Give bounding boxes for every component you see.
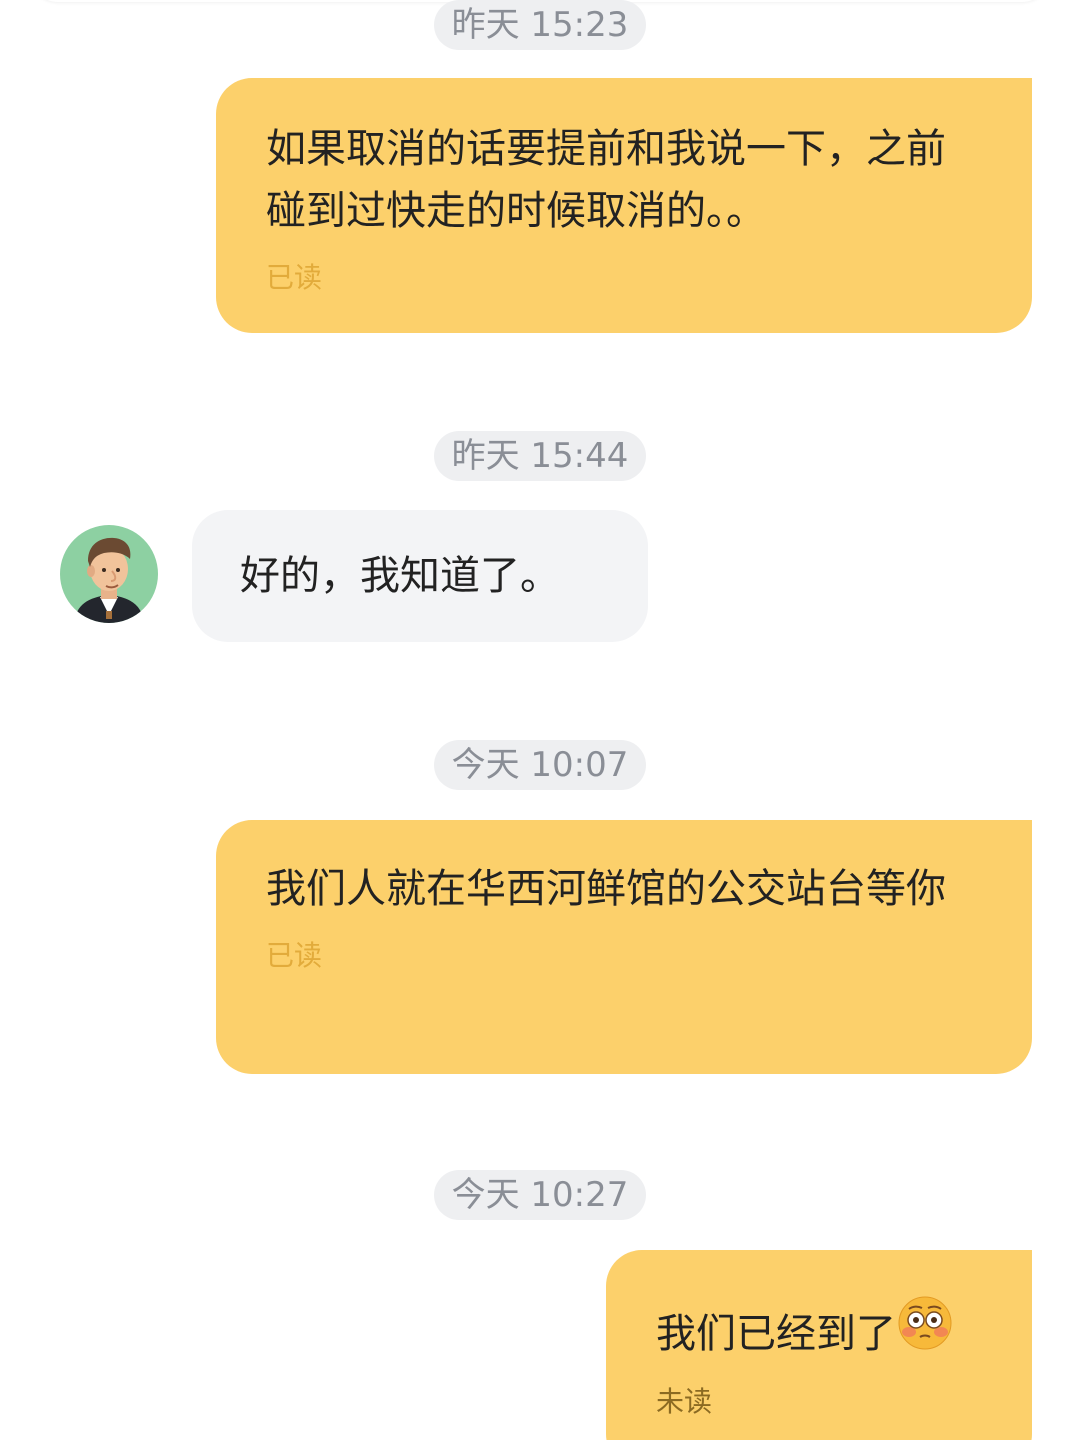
- timestamp-text: 今天 10:07: [451, 745, 629, 785]
- outgoing-message-bubble[interactable]: 我们已经到了 未读: [606, 1250, 1032, 1440]
- flushed-face-emoji-icon: [898, 1296, 952, 1368]
- outgoing-message-bubble[interactable]: 如果取消的话要提前和我说一下，之前碰到过快走的时候取消的。。 已读: [216, 78, 1032, 333]
- male-user-avatar-icon[interactable]: [60, 525, 158, 623]
- timestamp-text: 今天 10:27: [451, 1175, 629, 1215]
- message-text: 好的，我知道了。: [240, 553, 560, 599]
- timestamp-pill: 昨天 15:44: [434, 431, 646, 481]
- avatar-illustration: [74, 537, 144, 623]
- read-status-label: 已读: [266, 261, 323, 294]
- chat-message-list[interactable]: 昨天 15:23 如果取消的话要提前和我说一下，之前碰到过快走的时候取消的。。 …: [0, 0, 1080, 1440]
- outgoing-message-bubble[interactable]: 我们人就在华西河鲜馆的公交站台等你 已读: [216, 820, 1032, 1074]
- read-status-label: 已读: [266, 939, 323, 972]
- timestamp-pill: 昨天 15:23: [434, 0, 646, 50]
- timestamp-pill: 今天 10:27: [434, 1170, 646, 1220]
- message-text: 如果取消的话要提前和我说一下，之前碰到过快走的时候取消的。。: [266, 126, 946, 234]
- unread-status-label: 未读: [656, 1385, 713, 1418]
- timestamp-pill: 今天 10:07: [434, 740, 646, 790]
- timestamp-text: 昨天 15:44: [451, 436, 629, 476]
- message-text: 我们已经到了: [656, 1311, 896, 1357]
- incoming-message-bubble[interactable]: 好的，我知道了。: [192, 510, 648, 642]
- message-text-row: 我们已经到了: [656, 1296, 1032, 1372]
- timestamp-text: 昨天 15:23: [451, 5, 629, 45]
- message-text: 我们人就在华西河鲜馆的公交站台等你: [266, 866, 946, 912]
